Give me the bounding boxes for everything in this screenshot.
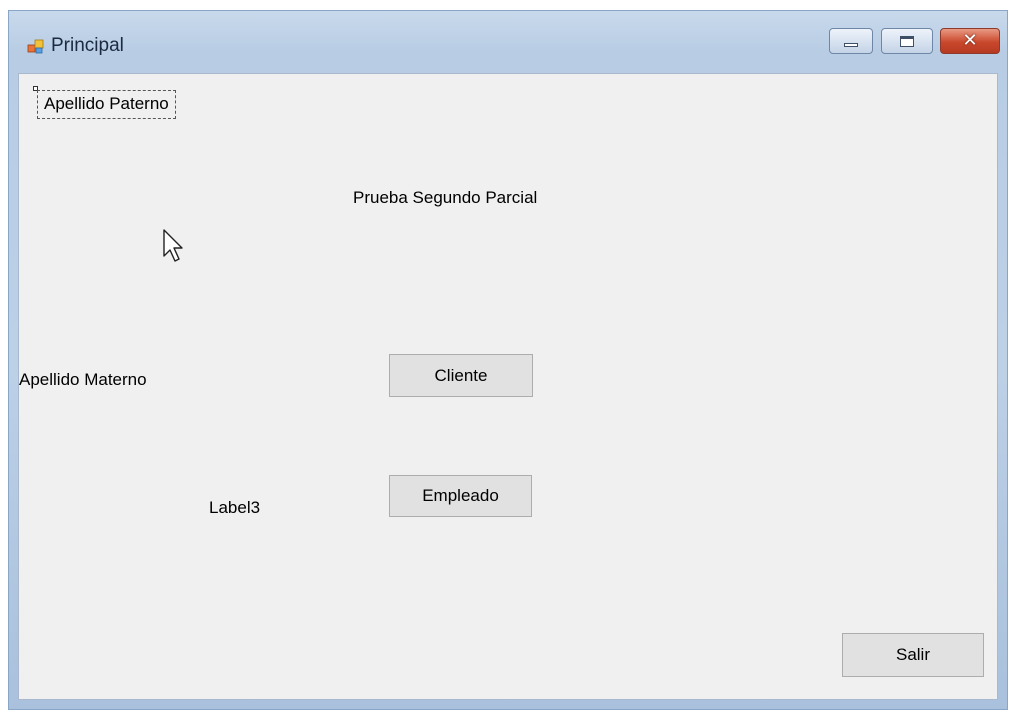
label3: Label3 (209, 498, 261, 517)
maximize-icon (900, 36, 914, 47)
salir-button[interactable]: Salir (842, 633, 984, 677)
label-apellido-materno: Apellido Materno (19, 370, 147, 389)
close-button[interactable]: ✕ (940, 28, 1000, 54)
title-bar[interactable]: Principal ✕ (9, 11, 1007, 73)
label-prueba-segundo-parcial: Prueba Segundo Parcial (353, 188, 538, 207)
principal-window: Principal ✕ Apellido Paterno Prueba Segu… (8, 10, 1008, 710)
minimize-button[interactable] (829, 28, 873, 54)
cliente-button[interactable]: Cliente (389, 354, 533, 397)
minimize-icon (844, 43, 858, 47)
empleado-button[interactable]: Empleado (389, 475, 532, 517)
close-icon: ✕ (962, 30, 978, 51)
maximize-button[interactable] (881, 28, 933, 54)
window-title: Principal (51, 35, 124, 56)
app-icon (27, 39, 44, 54)
label-apellido-paterno: Apellido Paterno (37, 90, 176, 119)
arrow-pointer-icon (163, 229, 183, 262)
form-client-area: Apellido Paterno Prueba Segundo Parcial … (18, 73, 998, 700)
